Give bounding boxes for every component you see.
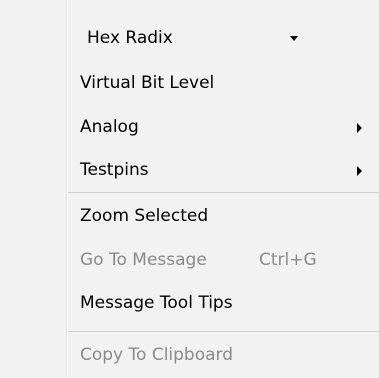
menu-item-label: Analog	[80, 117, 139, 137]
menu-item-copy-to-clipboard[interactable]: Copy To Clipboard	[80, 340, 233, 370]
menu-item-testpins[interactable]: Testpins	[80, 155, 149, 185]
menu-item-analog[interactable]: Analog	[80, 112, 139, 142]
chevron-down-icon[interactable]	[290, 36, 298, 41]
menu-item-zoom-selected[interactable]: Zoom Selected	[80, 201, 208, 231]
menu-item-label: Testpins	[80, 160, 149, 180]
gutter-divider-highlight	[67, 0, 68, 378]
menu-separator	[68, 331, 379, 332]
menu-item-label: Virtual Bit Level	[80, 73, 215, 93]
menu-item-message-tool-tips[interactable]: Message Tool Tips	[80, 288, 233, 318]
menu-item-label: Message Tool Tips	[80, 293, 233, 313]
menu-separator	[68, 192, 379, 193]
context-menu: Hex Radix Virtual Bit Level Analog Testp…	[0, 0, 379, 378]
menu-item-virtual-bit-level[interactable]: Virtual Bit Level	[80, 68, 214, 98]
radix-select[interactable]: Hex Radix	[87, 23, 173, 53]
radix-select-value: Hex Radix	[87, 28, 173, 48]
menu-item-label: Copy To Clipboard	[80, 345, 234, 365]
menu-item-shortcut: Ctrl+G	[259, 250, 317, 270]
menu-item-label: Go To Message	[80, 250, 207, 270]
submenu-arrow-icon	[357, 123, 362, 133]
menu-item-go-to-message[interactable]: Go To Message	[80, 245, 207, 275]
submenu-arrow-icon	[357, 166, 362, 176]
menu-icon-gutter	[0, 0, 66, 378]
menu-item-label: Zoom Selected	[80, 206, 209, 226]
